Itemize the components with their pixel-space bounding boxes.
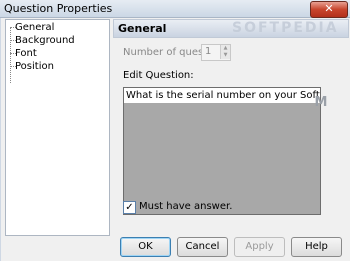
tree-connector <box>10 27 11 83</box>
cancel-button[interactable]: Cancel <box>177 237 228 257</box>
section-header: General SOFTPEDIA <box>113 19 349 38</box>
must-have-answer-checkbox[interactable]: ✓ <box>123 201 136 214</box>
tree-item-position[interactable]: Position <box>15 61 54 73</box>
watermark: SOFTPEDIA <box>232 20 339 36</box>
close-button[interactable]: ✕ <box>310 1 348 18</box>
question-properties-dialog: Question Properties ✕ General Background… <box>0 0 350 261</box>
section-title: General <box>118 22 167 35</box>
window-title: Question Properties <box>4 2 113 15</box>
m-icon[interactable]: M <box>314 96 328 110</box>
tree-item-background[interactable]: Background <box>15 35 75 47</box>
general-panel: General SOFTPEDIA Number of questions: 1… <box>113 19 349 234</box>
question-item[interactable]: What is the serial number on your Softpe… <box>124 88 320 103</box>
edit-question-label: Edit Question: <box>123 70 194 81</box>
tree-item-general[interactable]: General <box>15 22 54 34</box>
apply-button[interactable]: Apply <box>234 237 285 257</box>
title-bar[interactable]: Question Properties ✕ <box>0 0 350 18</box>
tree-item-font[interactable]: Font <box>15 48 37 60</box>
must-have-answer-label[interactable]: Must have answer. <box>139 201 232 212</box>
number-of-questions-value: 1 <box>205 46 212 57</box>
category-tree: General Background Font Position <box>5 19 110 236</box>
number-of-questions-stepper[interactable]: 1 ▲ ▼ <box>201 44 231 61</box>
question-list[interactable]: What is the serial number on your Softpe… <box>123 87 321 215</box>
spin-down-icon[interactable]: ▼ <box>220 52 230 59</box>
ok-button[interactable]: OK <box>120 237 171 257</box>
help-button[interactable]: Help <box>291 237 342 257</box>
dialog-body: General Background Font Position General… <box>0 18 350 261</box>
